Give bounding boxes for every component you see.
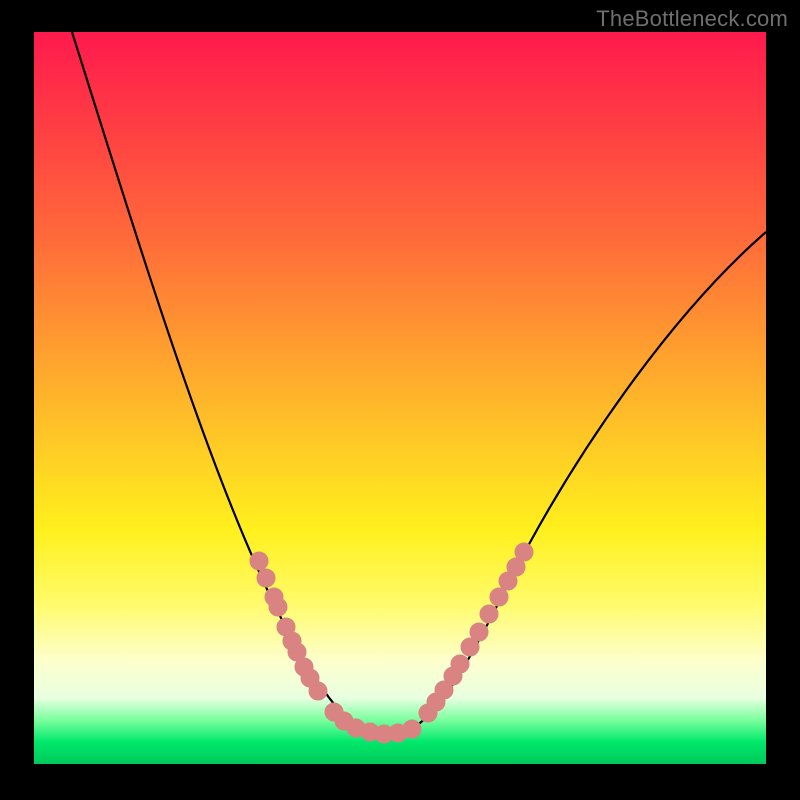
bottleneck-curve xyxy=(72,32,766,733)
curve-marker xyxy=(403,720,421,738)
curve-marker xyxy=(480,605,498,623)
curve-marker xyxy=(515,543,533,561)
curve-marker xyxy=(257,569,275,587)
curve-marker xyxy=(490,588,508,606)
curve-svg xyxy=(34,32,766,764)
curve-marker xyxy=(451,655,469,673)
curve-marker xyxy=(309,682,327,700)
curve-marker xyxy=(470,623,488,641)
curve-marker xyxy=(269,598,287,616)
plot-area xyxy=(34,32,766,764)
curve-marker xyxy=(250,552,268,570)
curve-markers xyxy=(250,543,533,743)
chart-frame: TheBottleneck.com xyxy=(0,0,800,800)
watermark-text: TheBottleneck.com xyxy=(596,6,788,32)
